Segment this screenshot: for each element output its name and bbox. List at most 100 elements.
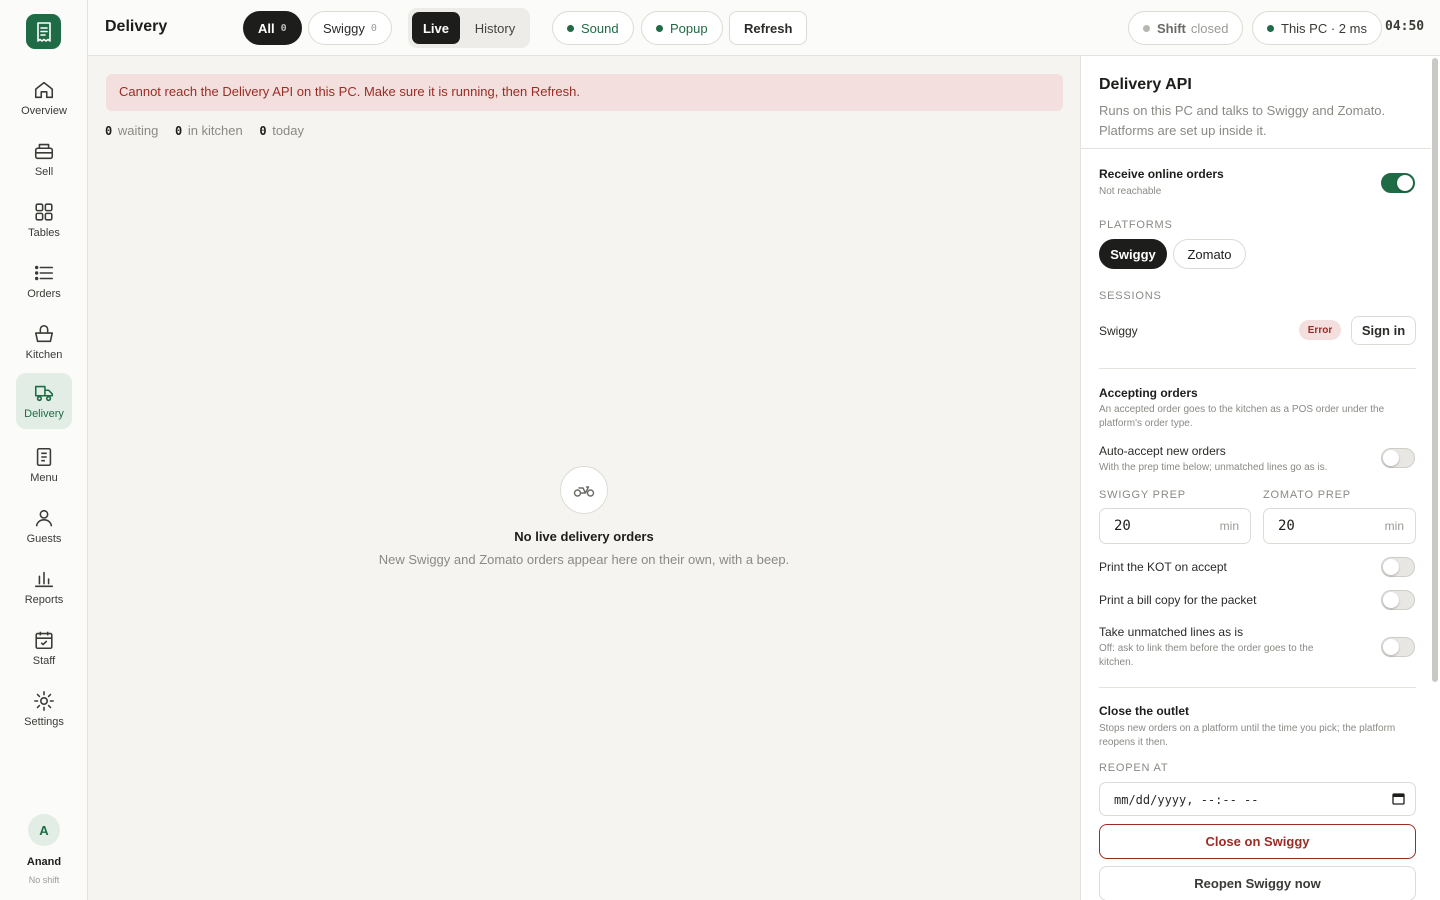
swiggy-prep-value: 20 — [1114, 518, 1131, 534]
register-icon — [34, 143, 54, 160]
close-outlet-title: Close the outlet — [1099, 704, 1190, 718]
refresh-button[interactable]: Refresh — [729, 11, 808, 45]
sound-label: Sound — [581, 20, 619, 36]
shift-status-dot — [1143, 24, 1150, 32]
nav-reports-label: Reports — [24, 594, 64, 606]
sessions-caption: SESSIONS — [1099, 290, 1162, 302]
filter-swiggy-count: 0 — [370, 22, 377, 34]
sound-status-dot — [567, 24, 574, 32]
sound-toggle[interactable]: Sound — [552, 11, 634, 45]
shift-value: closed — [1190, 20, 1229, 36]
list-icon — [34, 265, 54, 281]
reopen-datetime-input[interactable]: mm/dd/yyyy, --:-- -- — [1099, 782, 1416, 816]
stat-waiting-label: waiting — [117, 123, 159, 138]
clock: 04:50 — [1385, 19, 1425, 34]
nav-kitchen-label: Kitchen — [25, 349, 63, 361]
nav-staff-label: Staff — [32, 655, 56, 667]
nav-delivery[interactable]: Delivery — [16, 373, 72, 429]
platform-chip-swiggy[interactable]: Swiggy — [1099, 239, 1167, 269]
print-kot-label: Print the KOT on accept — [1099, 560, 1227, 574]
nav-staff[interactable]: Staff — [16, 620, 72, 676]
stat-kitchen-label: in kitchen — [187, 123, 243, 138]
person-icon — [35, 509, 53, 527]
grid-icon — [35, 203, 53, 221]
stat-kitchen-value: 0 — [174, 124, 183, 138]
top-bar: Delivery All 0 Swiggy 0 Live History Sou… — [88, 0, 1440, 56]
bar-chart-icon — [34, 571, 54, 588]
nav-overview-label: Overview — [21, 105, 67, 117]
stat-waiting-value: 0 — [105, 124, 113, 138]
tab-live[interactable]: Live — [412, 12, 460, 44]
shift-label: Shift — [1157, 20, 1186, 36]
receipt-icon — [36, 21, 51, 42]
swiggy-prep-input[interactable]: 20 min — [1099, 508, 1251, 544]
popup-label: Popup — [670, 20, 708, 36]
platforms-caption: PLATFORMS — [1099, 219, 1173, 231]
calendar-icon[interactable] — [1392, 792, 1405, 805]
unmatched-toggle[interactable] — [1381, 637, 1415, 657]
nav-reports[interactable]: Reports — [16, 559, 72, 615]
reopen-datetime-placeholder: mm/dd/yyyy, --:-- -- — [1114, 793, 1259, 807]
stat-waiting: 0 waiting — [105, 123, 158, 138]
page-title: Delivery — [105, 18, 168, 35]
empty-state-subtitle: New Swiggy and Zomato orders appear here… — [378, 552, 790, 567]
sign-in-button[interactable]: Sign in — [1351, 316, 1416, 345]
user-profile[interactable]: A Anand No shift — [0, 814, 88, 885]
panel-scrollbar[interactable] — [1432, 58, 1438, 682]
empty-state-icon-circle — [560, 466, 608, 514]
order-stats: 0 waiting 0 in kitchen 0 today — [105, 123, 304, 138]
nav-settings-label: Settings — [24, 716, 64, 728]
accepting-description: An accepted order goes to the kitchen as… — [1099, 404, 1385, 429]
delivery-truck-icon — [34, 385, 54, 402]
user-name: Anand — [26, 856, 62, 868]
nav-sell[interactable]: Sell — [16, 131, 72, 187]
filter-all[interactable]: All 0 — [243, 11, 302, 45]
empty-state: No live delivery orders New Swiggy and Z… — [88, 466, 1080, 567]
panel-description: Runs on this PC and talks to Swiggy and … — [1099, 103, 1386, 138]
session-status-badge: Error — [1299, 320, 1341, 340]
shift-status[interactable]: Shift closed — [1128, 11, 1244, 45]
nav-settings[interactable]: Settings — [16, 681, 72, 737]
print-kot-toggle[interactable] — [1381, 557, 1415, 577]
print-bill-toggle[interactable] — [1381, 590, 1415, 610]
home-icon — [34, 81, 54, 99]
nav-orders[interactable]: Orders — [16, 253, 72, 309]
reopen-swiggy-button[interactable]: Reopen Swiggy now — [1099, 866, 1416, 900]
popup-toggle[interactable]: Popup — [641, 11, 723, 45]
nav-guests[interactable]: Guests — [16, 498, 72, 554]
nav-kitchen[interactable]: Kitchen — [16, 314, 72, 370]
nav-tables[interactable]: Tables — [16, 192, 72, 248]
auto-accept-label: Auto-accept new orders — [1099, 444, 1226, 458]
nav-tables-label: Tables — [28, 227, 60, 239]
filter-swiggy[interactable]: Swiggy 0 — [308, 11, 392, 45]
stat-kitchen: 0 in kitchen — [175, 123, 243, 138]
divider — [1099, 687, 1416, 688]
basket-icon — [34, 324, 54, 343]
receive-orders-toggle[interactable] — [1381, 173, 1415, 193]
main-content: Cannot reach the Delivery API on this PC… — [88, 56, 1080, 900]
scooter-icon — [573, 486, 595, 497]
accepting-title: Accepting orders — [1099, 386, 1198, 400]
zomato-prep-input[interactable]: 20 min — [1263, 508, 1416, 544]
user-shift: No shift — [28, 875, 60, 885]
nav-overview[interactable]: Overview — [16, 70, 72, 126]
stat-today: 0 today — [259, 123, 304, 138]
zomato-prep-value: 20 — [1278, 518, 1295, 534]
error-banner: Cannot reach the Delivery API on this PC… — [106, 74, 1063, 111]
filter-all-count: 0 — [280, 22, 287, 34]
panel-header: Delivery API Runs on this PC and talks t… — [1081, 56, 1431, 149]
close-on-swiggy-button[interactable]: Close on Swiggy — [1099, 824, 1416, 859]
close-outlet-description: Stops new orders on a platform until the… — [1099, 723, 1396, 748]
auto-accept-toggle[interactable] — [1381, 448, 1415, 468]
nav-sell-label: Sell — [34, 166, 54, 178]
platform-chip-zomato[interactable]: Zomato — [1173, 239, 1246, 269]
tab-history[interactable]: History — [463, 12, 527, 44]
nav-delivery-label: Delivery — [24, 408, 64, 420]
empty-state-title: No live delivery orders — [514, 529, 654, 544]
sidebar: Overview Sell Tables Orders Kitchen Deli… — [0, 0, 88, 900]
app-logo[interactable] — [26, 14, 61, 49]
zomato-prep-unit: min — [1384, 519, 1404, 533]
connection-status[interactable]: This PC · 2 ms — [1252, 11, 1382, 45]
calendar-check-icon — [35, 631, 53, 650]
nav-menu[interactable]: Menu — [16, 437, 72, 493]
